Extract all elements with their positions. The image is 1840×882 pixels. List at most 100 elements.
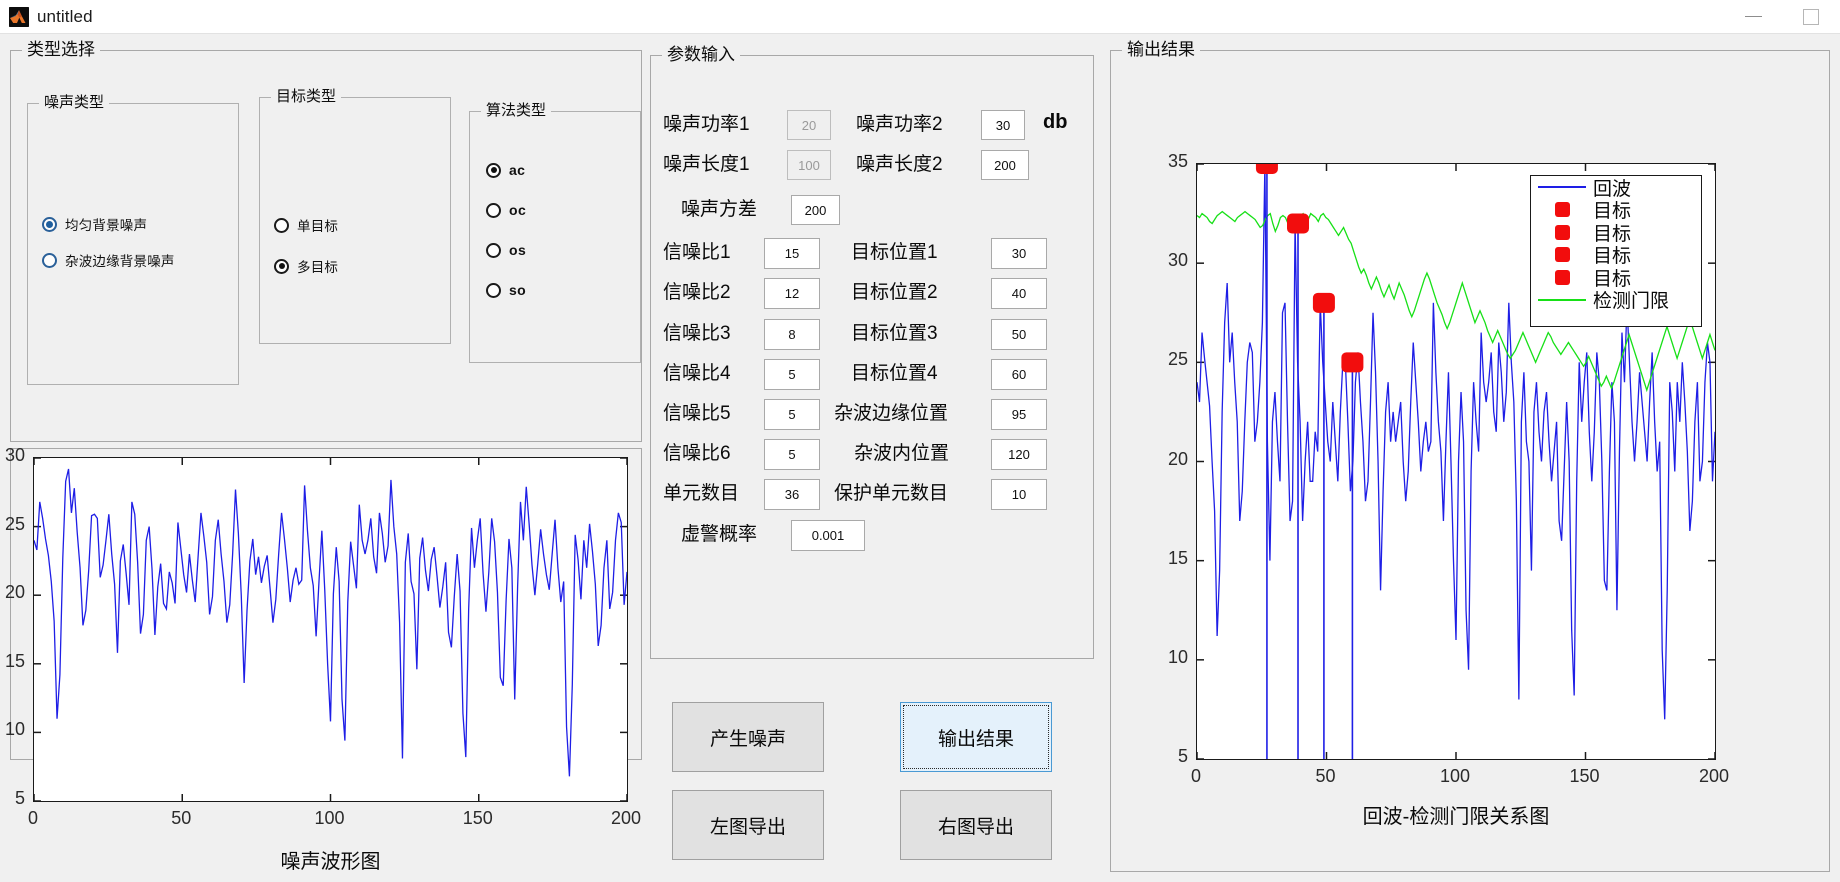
x-tick-label: 200 — [610, 808, 642, 828]
input-noise-length-2[interactable] — [981, 150, 1029, 180]
radio-label: os — [509, 242, 527, 258]
radio-algo-os[interactable]: os — [486, 242, 526, 258]
output-result-button[interactable]: 输出结果 — [900, 702, 1052, 772]
input-clutter-edge-pos[interactable] — [991, 399, 1047, 430]
panel-type-select: 类型选择 噪声类型 均匀背景噪声 杂波边缘背景噪声 目标类型 单目标 多目标 算… — [10, 40, 642, 442]
radio-indicator — [274, 217, 289, 233]
y-tick-label: 10 — [1167, 646, 1188, 667]
x-tick-label: 100 — [314, 808, 345, 828]
input-snr-1[interactable] — [764, 238, 820, 269]
x-tick-label: 50 — [1315, 766, 1336, 786]
radio-target-type-multi[interactable]: 多目标 — [274, 256, 338, 276]
radio-label: oc — [509, 202, 527, 218]
radio-algo-oc[interactable]: oc — [486, 202, 526, 218]
radio-label: 均匀背景噪声 — [65, 218, 148, 233]
label-clutter-edge-pos: 杂波边缘位置 — [834, 403, 949, 424]
radio-noise-type-uniform[interactable]: 均匀背景噪声 — [42, 214, 147, 234]
legend-marker-icon — [1531, 266, 1593, 289]
radio-target-type-single[interactable]: 单目标 — [274, 215, 338, 235]
maximize-button[interactable] — [1782, 0, 1840, 33]
right-chart-title: 回波-检测门限关系图 — [1362, 806, 1550, 828]
export-right-button[interactable]: 右图导出 — [900, 790, 1052, 860]
maximize-icon — [1803, 8, 1819, 25]
label-snr-4: 信噪比4 — [663, 363, 731, 384]
generate-noise-button[interactable]: 产生噪声 — [672, 702, 824, 772]
panel-target-type: 目标类型 单目标 多目标 — [259, 87, 451, 344]
label-target-pos-2: 目标位置2 — [851, 282, 938, 303]
input-noise-power-2[interactable] — [981, 110, 1025, 140]
matlab-icon — [9, 6, 29, 27]
input-target-pos-2[interactable] — [991, 278, 1047, 309]
label-false-alarm-prob: 虚警概率 — [681, 524, 758, 545]
input-snr-2[interactable] — [764, 278, 820, 309]
x-tick-label: 0 — [27, 808, 38, 828]
legend-line-icon — [1531, 176, 1593, 199]
label-target-pos-4: 目标位置4 — [851, 363, 938, 384]
right-chart-legend: 回波 目标 目标 目标 目标 检测门限 — [1530, 175, 1702, 327]
legend-entry: 检测门限 — [1531, 289, 1701, 312]
export-left-button[interactable]: 左图导出 — [672, 790, 824, 860]
noise-waveform-chart — [33, 457, 628, 802]
minimize-button[interactable] — [1724, 0, 1782, 33]
label-noise-length-2: 噪声长度2 — [856, 154, 943, 175]
legend-entry: 目标 — [1531, 244, 1701, 267]
x-tick-label: 50 — [171, 808, 192, 828]
x-tick-label: 100 — [1439, 766, 1471, 786]
legend-entry-label: 检测门限 — [1593, 291, 1670, 313]
label-target-pos-1: 目标位置1 — [851, 242, 938, 263]
y-tick-label: 20 — [1167, 448, 1188, 469]
panel-noise-type: 噪声类型 均匀背景噪声 杂波边缘背景噪声 — [27, 93, 239, 385]
panel-type-select-label: 类型选择 — [22, 40, 100, 60]
x-tick-label: 150 — [1569, 766, 1600, 786]
y-tick-label: 15 — [4, 650, 25, 671]
input-noise-length-1[interactable] — [787, 150, 831, 180]
radio-label: 单目标 — [297, 219, 339, 234]
legend-marker-icon — [1531, 221, 1593, 244]
panel-param-input: 参数输入 噪声功率1 噪声功率2 db 噪声长度1 噪声长度2 噪声方差 信噪比… — [650, 45, 1094, 659]
input-noise-power-1[interactable] — [787, 110, 831, 140]
input-guard-cell-count[interactable] — [991, 479, 1047, 510]
radio-algo-so[interactable]: so — [486, 282, 526, 298]
x-tick-label: 150 — [462, 808, 493, 828]
input-target-pos-4[interactable] — [991, 359, 1047, 390]
label-snr-2: 信噪比2 — [663, 282, 731, 303]
input-snr-4[interactable] — [764, 359, 820, 390]
y-tick-label: 30 — [1167, 250, 1188, 271]
legend-entry: 目标 — [1531, 266, 1701, 290]
legend-entry: 目标 — [1531, 199, 1701, 222]
legend-marker-icon — [1531, 244, 1593, 267]
legend-line-icon — [1531, 289, 1593, 312]
radio-indicator — [42, 252, 57, 268]
window-controls — [1724, 0, 1840, 33]
input-snr-5[interactable] — [764, 399, 820, 430]
input-cell-count[interactable] — [764, 479, 820, 510]
y-tick-label: 25 — [1167, 349, 1188, 370]
input-clutter-in-pos[interactable] — [991, 439, 1047, 470]
radio-algo-ac[interactable]: ac — [486, 162, 525, 178]
y-tick-label: 5 — [14, 788, 25, 808]
label-snr-5: 信噪比5 — [663, 403, 731, 424]
y-tick-label: 10 — [4, 719, 25, 740]
y-tick-label: 15 — [1167, 547, 1188, 568]
legend-marker-icon — [1531, 199, 1593, 222]
label-noise-length-1: 噪声长度1 — [663, 154, 750, 175]
input-snr-3[interactable] — [764, 319, 820, 350]
input-target-pos-1[interactable] — [991, 238, 1047, 269]
title-bar: untitled — [0, 0, 1840, 34]
y-tick-label: 35 — [1167, 151, 1188, 171]
label-noise-power-1: 噪声功率1 — [663, 114, 750, 135]
label-guard-cell-count: 保护单元数目 — [834, 483, 949, 504]
y-tick-label: 20 — [4, 582, 25, 603]
input-target-pos-3[interactable] — [991, 319, 1047, 350]
label-cell-count: 单元数目 — [663, 483, 740, 504]
radio-indicator — [486, 162, 501, 178]
legend-entry: 目标 — [1531, 221, 1701, 245]
panel-noise-type-label: 噪声类型 — [39, 93, 110, 113]
minimize-icon — [1744, 16, 1762, 17]
input-false-alarm-prob[interactable] — [791, 520, 865, 551]
input-snr-6[interactable] — [764, 439, 820, 470]
y-tick-label: 30 — [4, 445, 25, 465]
output-result-button-label: 输出结果 — [937, 728, 1014, 750]
radio-noise-type-clutter-edge[interactable]: 杂波边缘背景噪声 — [42, 250, 175, 270]
input-noise-variance[interactable] — [791, 195, 840, 225]
